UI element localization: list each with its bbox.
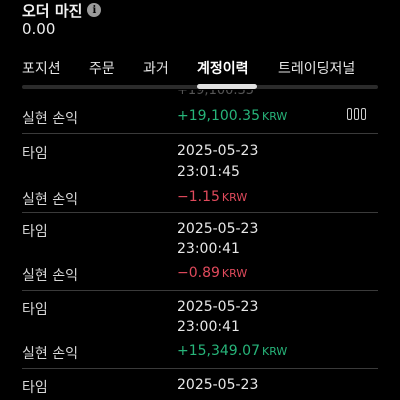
order-margin-label: 오더 마진 i xyxy=(22,0,102,20)
record-date: 2025-05-23 xyxy=(177,221,259,237)
divider xyxy=(22,212,378,213)
account-history-list[interactable]: +19,100.35 실현 손익 +19,100.35 KRW 타임 2025-0… xyxy=(0,90,400,400)
clipped-row-value: +19,100.35 xyxy=(177,90,255,98)
record-time: 23:00:41 xyxy=(177,319,240,335)
time-label: 타임 xyxy=(22,146,48,162)
tab-trading-journal[interactable]: 트레이딩저널 xyxy=(278,58,355,78)
info-icon[interactable]: i xyxy=(87,3,102,17)
divider xyxy=(22,133,378,134)
order-margin-label-text: 오더 마진 xyxy=(22,1,83,20)
record-date: 2025-05-23 xyxy=(177,143,259,159)
divider xyxy=(22,290,378,291)
tab-account-history[interactable]: 계정이력 xyxy=(197,58,249,78)
tab-bar: 포지션 주문 과거 계정이력 트레이딩저널 xyxy=(0,56,400,86)
active-tab-indicator xyxy=(197,84,257,89)
record-time: 23:00:41 xyxy=(177,241,240,257)
order-margin-value: 0.00 xyxy=(22,20,56,38)
columns-icon[interactable] xyxy=(347,108,369,120)
tab-orders[interactable]: 주문 xyxy=(89,58,115,78)
record-date: 2025-05-23 xyxy=(177,377,259,393)
time-label: 타임 xyxy=(22,380,48,396)
realized-pnl-value: +19,100.35 KRW xyxy=(177,108,288,124)
tab-history[interactable]: 과거 xyxy=(143,58,169,78)
realized-pnl-label: 실현 손익 xyxy=(22,192,78,208)
realized-pnl-label: 실현 손익 xyxy=(22,346,78,362)
record-date: 2025-05-23 xyxy=(177,299,259,315)
record-time: 23:01:45 xyxy=(177,164,240,180)
tab-positions[interactable]: 포지션 xyxy=(22,58,61,78)
time-label: 타임 xyxy=(22,224,48,240)
realized-pnl-value: −1.15 KRW xyxy=(177,189,248,205)
realized-pnl-label: 실현 손익 xyxy=(22,268,78,284)
realized-pnl-value: +15,349.07 KRW xyxy=(177,343,288,359)
realized-pnl-value: −0.89 KRW xyxy=(177,265,248,281)
time-label: 타임 xyxy=(22,302,48,318)
divider xyxy=(22,368,378,369)
realized-pnl-label: 실현 손익 xyxy=(22,111,78,127)
